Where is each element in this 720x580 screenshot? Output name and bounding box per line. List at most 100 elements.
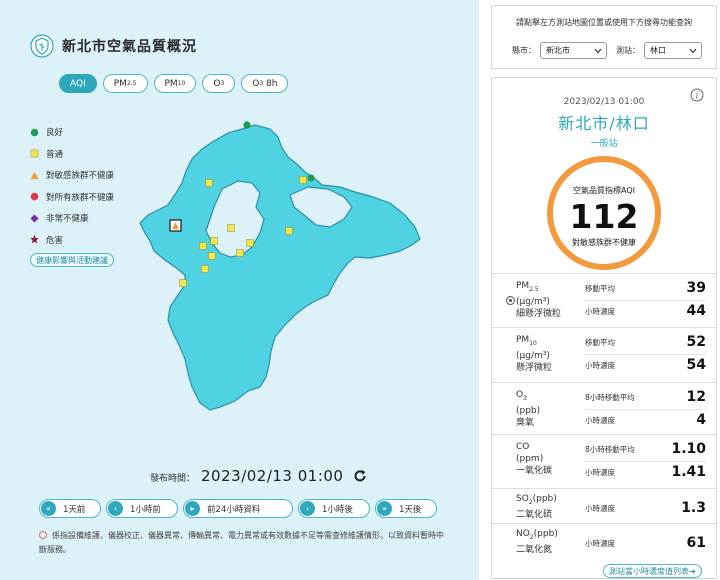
pollutant-name: PM [516,335,530,345]
station-marker-selected[interactable] [169,219,182,232]
time-nav-label: 1小時後 [322,504,353,515]
tab-subscript: 2.5 [126,80,137,87]
time-nav-button-0[interactable]: « 1天前 [39,499,101,518]
tab-1[interactable]: PM 2.5 [102,74,148,93]
pollutant-row: 小時濃度 1.41 [585,464,706,480]
time-nav-button-3[interactable]: › 1小時後 [298,499,370,518]
refresh-icon[interactable] [353,469,367,483]
station-marker-moderate[interactable] [210,237,218,245]
row-divider [585,461,706,462]
maintenance-circle-icon [39,531,47,539]
station-marker-moderate[interactable] [205,179,213,187]
arrow-icon: » [377,501,392,516]
pollutant-row-value: 1.10 [671,441,706,457]
aqi-status: 對敏感族群不健康 [572,238,636,247]
tab-subscript: 10 [177,80,186,87]
station-marker-moderate[interactable] [208,252,216,260]
pollutant-name-block: CO (ppm) 一氧化碳 [516,441,552,477]
tab-suffix: 8h [263,78,278,89]
station-marker-good[interactable] [307,174,315,182]
pollutant-unit: (μg/m³) [516,350,550,361]
station-marker-moderate[interactable] [179,279,187,287]
hourly-list-link[interactable]: 測站當小時濃度值列表➔ [603,564,702,578]
legend-circle-icon [30,128,39,137]
tab-label: AQI [70,78,86,89]
time-nav-button-4[interactable]: » 1天後 [375,499,437,518]
legend-label: 危害 [46,235,64,246]
legend-item: 對所有族群不健康 [30,192,114,203]
pollutant-row-value: 39 [686,280,706,296]
pollutant-row-label: 小時濃度 [585,415,615,425]
tab-4[interactable]: O3 8h [241,74,289,93]
county-select[interactable]: 新北市 [540,42,607,59]
pollutant-desc: 二氧化氮 [516,544,553,555]
station-marker-moderate[interactable] [299,176,307,184]
station-card: i 2023/02/13 01:00 新北市/林口 一般站 空氣品質指標AQI … [491,77,717,579]
station-marker-moderate[interactable] [201,265,209,273]
pollutant-desc: 一氧化碳 [516,466,553,476]
legend-item: 非常不健康 [30,213,114,224]
pollutant-desc: 臭氧 [516,417,535,428]
pollutant-subscript: 10 [529,339,537,347]
station-marker-moderate[interactable] [236,249,244,257]
tab-3[interactable]: O3 [202,74,236,93]
arrow-icon: ‹ [108,501,123,516]
pollutant-tabs: AQI PM 2.5 PM 10 O 3 O 3 8h [59,74,289,93]
station-marker-moderate[interactable] [227,224,235,232]
aqi-legend: 良好 普通 對敏感族群不健康 對所有族群不健康 非常不健康 危害 [30,127,114,256]
legend-label: 對敏感族群不健康 [46,171,115,181]
pollutant-row-label: 移動平均 [585,283,615,293]
row-divider [585,409,706,410]
pollutant-row: 小時濃度 54 [585,357,706,373]
publish-time: 2023/02/13 01:00 [201,467,344,485]
pollutant-desc: 懸浮微粒 [516,362,553,373]
pollutant-row: 8小時移動平均 12 [585,389,706,405]
pollutant-row: 小時濃度 61 [585,535,706,551]
tab-label: PM [113,78,127,89]
pollutant-table: PM2.5 (μg/m³) 細懸浮微粒 移動平均 39 小時濃度 44 PM10 (μg/m³)… [492,273,716,567]
new-taipei-map [139,121,421,411]
pollutant-row-value: 44 [686,303,706,319]
station-marker-moderate[interactable] [199,242,207,250]
pollutant-name: PM [516,281,530,291]
pollutant-group: O3 (ppb) 臭氧 8小時移動平均 12 小時濃度 4 [492,382,716,434]
pollutant-desc: 二氧化硫 [516,509,553,520]
new-taipei-region[interactable] [139,124,421,411]
pollutant-name: CO [516,442,530,452]
tab-2[interactable]: PM 10 [153,74,197,93]
row-divider [585,300,706,301]
pollutant-group: SO2(ppb) 二氧化硫 小時濃度 1.3 [492,488,716,523]
health-advice-link[interactable]: 健康影響與活動建議 [30,253,114,267]
pollutant-row-value: 4 [696,412,706,428]
legend-item: 對敏感族群不健康 [30,170,115,181]
pollutant-row-label: 8小時移動平均 [585,444,635,454]
pollutant-group: PM10 (μg/m³) 懸浮微粒 移動平均 52 小時濃度 54 [492,327,716,382]
pollutant-row: 小時濃度 44 [585,303,706,319]
time-nav-button-2[interactable]: ▸ 前24小時資料 [183,499,293,518]
pollutant-name-block: NO2(ppb) 二氧化氮 [516,528,558,556]
pollutant-group: CO (ppm) 一氧化碳 8小時移動平均 1.10 小時濃度 1.41 [492,434,716,488]
station-type: 一般站 [590,139,618,149]
station-marker-moderate[interactable] [246,239,254,247]
pollutant-unit: (μg/m³) [516,296,550,307]
station-marker-moderate[interactable] [285,227,293,235]
tab-label: PM [164,78,178,89]
pollutant-row-label: 小時濃度 [585,306,615,316]
legend-label: 非常不健康 [46,214,89,224]
tab-0[interactable]: AQI [59,74,97,93]
station-marker-good[interactable] [243,121,251,129]
time-nav-button-1[interactable]: ‹ 1小時前 [106,499,178,518]
time-nav-label: 1天後 [399,504,422,515]
aqi-label: 空氣品質指標AQI [573,186,635,195]
search-hint: 請點擊左方測站地圖位置或使用下方搜尋功能查詢 [516,18,692,27]
arrow-icon: ▸ [185,501,200,516]
pollutant-row-label: 小時濃度 [585,360,615,370]
county-select-row: 縣市： 新北市 [512,42,607,59]
title-row: 新北市空氣品質概況 [30,34,197,58]
pollutant-unit: (ppb) [532,494,557,504]
page-title: 新北市空氣品質概況 [62,39,197,55]
pollutant-row-label: 8小時移動平均 [585,392,635,402]
station-select[interactable]: 林口 [644,42,702,59]
pollutant-row-value: 1.41 [671,464,706,480]
pollutant-name-block: SO2(ppb) 二氧化硫 [516,493,557,521]
